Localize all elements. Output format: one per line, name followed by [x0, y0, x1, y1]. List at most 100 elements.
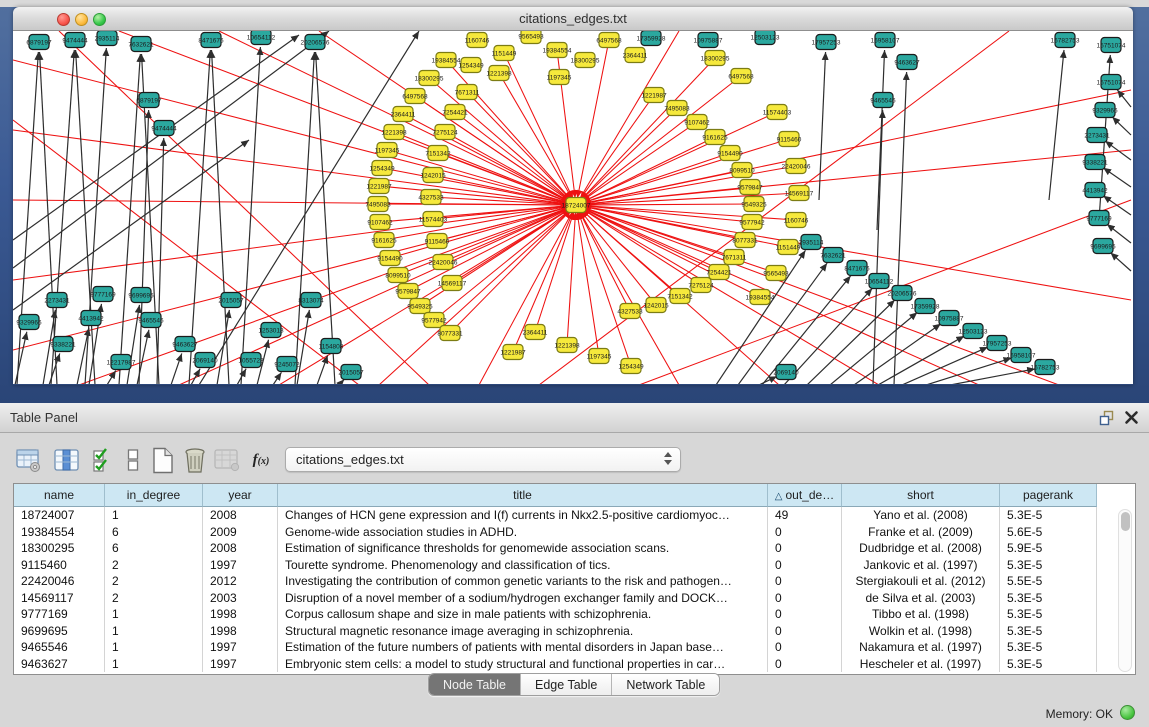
graph-node[interactable]: 17957253 — [983, 336, 1012, 351]
graph-node[interactable]: 10654112 — [247, 31, 276, 45]
graph-node[interactable]: 7275124 — [432, 125, 458, 140]
graph-node[interactable]: 18300295 — [701, 51, 730, 66]
table-row[interactable]: 1456911722003Disruption of a novel membe… — [14, 590, 1097, 607]
tab-node-table[interactable]: Node Table — [429, 674, 521, 696]
graph-node[interactable]: 9577942 — [739, 215, 765, 230]
graph-node[interactable]: 8099510 — [729, 163, 755, 178]
show-columns-icon[interactable] — [52, 445, 82, 475]
graph-node[interactable]: 9777169 — [1086, 211, 1112, 226]
scrollbar-thumb[interactable] — [1121, 512, 1130, 531]
graph-node[interactable]: 6497568 — [728, 69, 754, 84]
table-row[interactable]: 1830029562008Estimation of significance … — [14, 540, 1097, 557]
graph-node[interactable]: 1151449 — [776, 240, 801, 255]
graph-node[interactable]: 1160746 — [465, 33, 490, 48]
graph-node[interactable]: 17359928 — [637, 31, 666, 46]
graph-node[interactable]: 9565493 — [763, 266, 789, 281]
graph-node[interactable]: 17957253 — [812, 35, 841, 50]
network-canvas[interactable]: 18724007 19384554 18300295 6497568 2364411 12… — [13, 31, 1133, 384]
graph-node[interactable]: 9699695 — [128, 288, 154, 303]
graph-node[interactable]: 22420046 — [429, 255, 458, 270]
graph-node[interactable]: 8313074 — [298, 293, 324, 308]
graph-node[interactable]: 7671311 — [722, 250, 747, 265]
graph-node[interactable]: 9549325 — [407, 299, 433, 314]
select-all-icon[interactable] — [88, 445, 118, 475]
graph-node[interactable]: 1055723 — [238, 353, 264, 368]
graph-node[interactable]: 18300295 — [571, 53, 600, 68]
graph-node[interactable]: 18724007 — [562, 198, 591, 213]
graph-node[interactable]: 1160746 — [784, 213, 809, 228]
graph-node[interactable]: 9338221 — [50, 337, 76, 352]
graph-node[interactable]: 1197345 — [547, 70, 572, 85]
graph-node[interactable]: 9329966 — [1092, 103, 1118, 118]
delete-table-icon[interactable] — [212, 445, 242, 475]
graph-node[interactable]: 9565493 — [518, 31, 544, 44]
graph-node[interactable]: 1221398 — [381, 125, 407, 140]
graph-node[interactable]: 9465546 — [870, 93, 896, 108]
graph-node[interactable]: 6879197 — [136, 93, 162, 108]
graph-node[interactable]: 2935114 — [95, 31, 120, 46]
table-row[interactable]: 1938455462009Genome-wide association stu… — [14, 524, 1097, 541]
graph-node[interactable]: 1221398 — [554, 338, 580, 353]
column-header-name[interactable]: name — [14, 484, 105, 507]
table-row[interactable]: 1872400712008Changes of HCN gene express… — [14, 507, 1097, 524]
graph-node[interactable]: 9777169 — [90, 287, 116, 302]
graph-node[interactable]: 2273431 — [44, 293, 70, 308]
graph-node[interactable]: 1242015 — [420, 168, 446, 183]
function-builder-icon[interactable]: f(x) — [246, 445, 276, 475]
graph-node[interactable]: 9463627 — [172, 337, 198, 352]
graph-node[interactable]: 1221398 — [486, 66, 512, 81]
graph-node[interactable]: 9338221 — [1082, 155, 1108, 170]
column-header-out_de[interactable]: △out_de… — [768, 484, 842, 507]
graph-node[interactable]: 2069140 — [773, 365, 799, 380]
graph-node[interactable]: 20206576 — [301, 35, 330, 50]
graph-node[interactable]: 9463627 — [894, 55, 920, 70]
graph-node[interactable]: 16782753 — [1051, 33, 1080, 48]
graph-node[interactable]: 12503123 — [959, 324, 988, 339]
graph-node[interactable]: 18300295 — [415, 71, 444, 86]
graph-node[interactable]: 11574403 — [763, 105, 792, 120]
graph-node[interactable]: 15751074 — [1097, 75, 1126, 90]
table-row[interactable]: 946362711997Embryonic stem cells: a mode… — [14, 656, 1097, 673]
table-row[interactable]: 2242004622012Investigating the contribut… — [14, 573, 1097, 590]
graph-node[interactable]: 12217987 — [107, 355, 136, 370]
graph-node[interactable]: 1154808 — [319, 339, 344, 354]
graph-node[interactable]: 7254421 — [706, 265, 732, 280]
graph-node[interactable]: 6497568 — [402, 89, 428, 104]
graph-node[interactable]: 4413942 — [78, 311, 104, 326]
graph-node[interactable]: 7151342 — [425, 146, 451, 161]
graph-node[interactable]: 7632621 — [128, 37, 154, 52]
graph-node[interactable]: 9245072 — [274, 357, 300, 372]
memory-status-indicator[interactable] — [1120, 705, 1135, 720]
graph-node[interactable]: 1254349 — [618, 359, 644, 374]
graph-node[interactable]: 9107462 — [367, 215, 393, 230]
graph-node[interactable]: 10975887 — [935, 311, 964, 326]
graph-node[interactable]: 9579847 — [395, 284, 421, 299]
column-header-year[interactable]: year — [203, 484, 278, 507]
column-header-pagerank[interactable]: pagerank — [1000, 484, 1097, 507]
graph-node[interactable]: 7671311 — [455, 85, 480, 100]
graph-node[interactable]: 9154490 — [717, 146, 743, 161]
table-scrollbar[interactable] — [1118, 509, 1132, 672]
graph-node[interactable]: 16782753 — [1031, 360, 1060, 375]
graph-node[interactable]: 1254349 — [458, 58, 484, 73]
graph-node[interactable]: 19384554 — [746, 290, 775, 305]
network-window-titlebar[interactable]: citations_edges.txt — [13, 7, 1133, 31]
graph-node[interactable]: 2364411 — [523, 325, 548, 340]
graph-node[interactable]: 4413942 — [1082, 183, 1108, 198]
graph-node[interactable]: 8471676 — [844, 261, 870, 276]
column-header-title[interactable]: title — [278, 484, 768, 507]
graph-node[interactable]: 1253013 — [258, 323, 284, 338]
table-row[interactable]: 911546021997Tourette syndrome. Phenomeno… — [14, 557, 1097, 574]
graph-node[interactable]: 9115460 — [777, 132, 802, 147]
graph-node[interactable]: 1254349 — [369, 161, 395, 176]
graph-node[interactable]: 9465546 — [138, 313, 164, 328]
graph-node[interactable]: 9161625 — [702, 130, 728, 145]
graph-node[interactable]: 2015057 — [338, 365, 364, 380]
graph-node[interactable]: 9107462 — [684, 115, 710, 130]
graph-node[interactable]: 9579847 — [737, 180, 763, 195]
column-header-short[interactable]: short — [842, 484, 1000, 507]
graph-node[interactable]: 9329966 — [16, 315, 42, 330]
tab-network-table[interactable]: Network Table — [612, 674, 719, 696]
graph-node[interactable]: 9474444 — [62, 33, 88, 48]
table-settings-icon[interactable] — [14, 445, 44, 475]
